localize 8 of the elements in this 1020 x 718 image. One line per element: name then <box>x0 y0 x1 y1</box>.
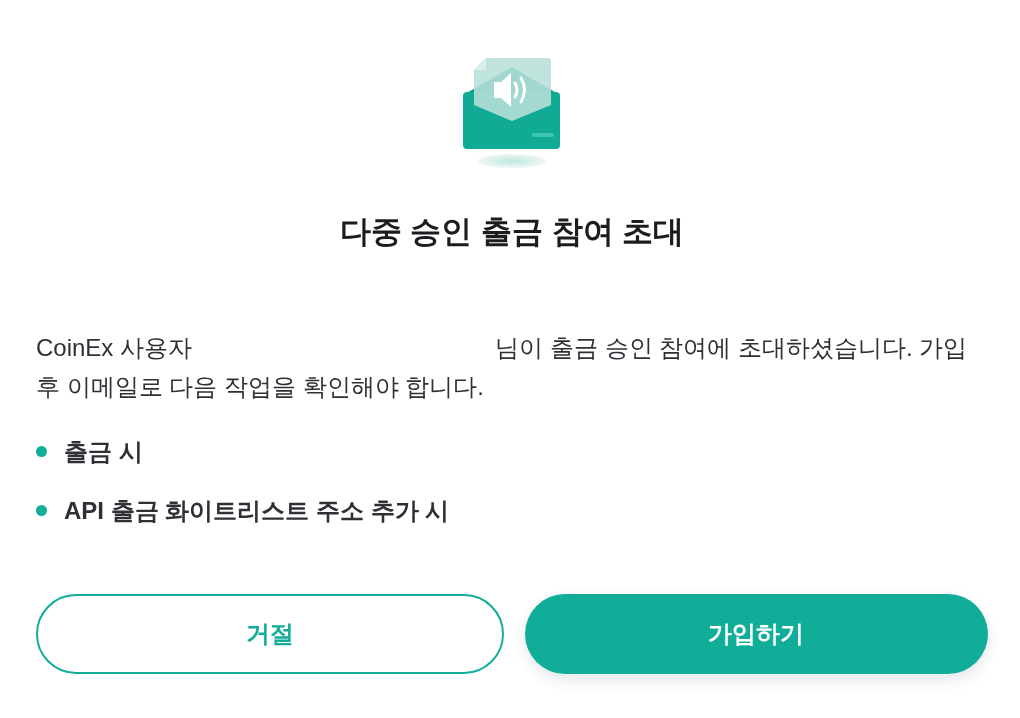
dialog-title: 다중 승인 출금 참여 초대 <box>338 213 686 251</box>
join-button[interactable]: 가입하기 <box>524 594 988 674</box>
invite-message: CoinEx 사용자 님이 출금 승인 참여에 초대하셨습니다. 가입 후 이메일로 다음 작업을 확인해야 합니다. <box>36 333 969 402</box>
action-item: API 출금 화이트리스트 주소 추가 시 <box>64 496 450 526</box>
action-item: 출금 시 <box>64 437 143 467</box>
bullet-icon <box>36 505 47 516</box>
bullet-icon <box>36 446 47 457</box>
decline-button[interactable]: 거절 <box>36 594 504 674</box>
